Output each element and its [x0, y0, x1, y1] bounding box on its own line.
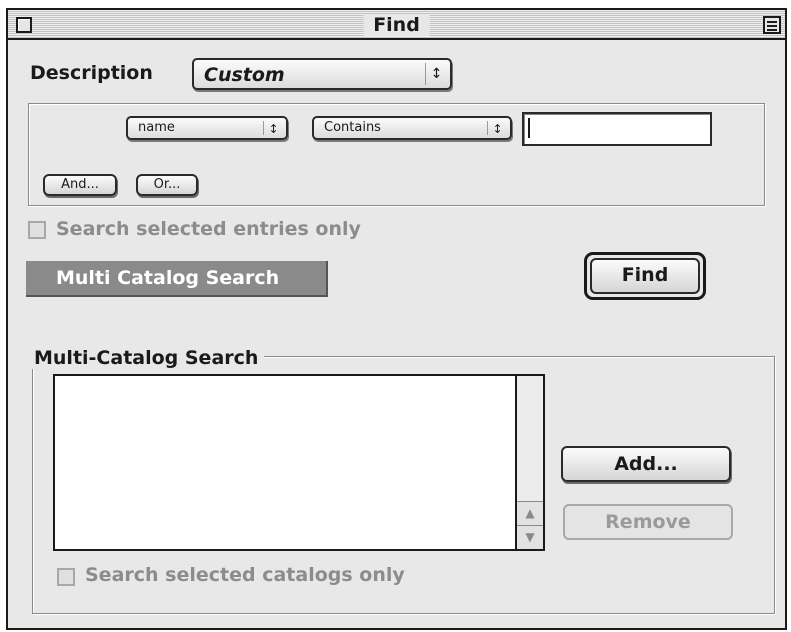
scroll-up-arrow-icon[interactable]: ▲ — [517, 501, 543, 525]
field-popup-value: name — [138, 120, 175, 135]
find-window: Find Description Custom ↕ name ↕ Contain… — [6, 8, 787, 630]
catalog-list-scrollbar[interactable]: ▲ ▼ — [515, 376, 543, 549]
multi-catalog-group-title: Multi-Catalog Search — [28, 347, 265, 369]
scroll-down-arrow-icon[interactable]: ▼ — [517, 525, 543, 549]
text-caret — [528, 118, 530, 138]
up-down-arrows-icon: ↕ — [487, 121, 507, 136]
description-popup-value: Custom — [204, 64, 285, 86]
multi-catalog-search-banner: Multi Catalog Search — [26, 261, 328, 297]
up-down-arrows-icon: ↕ — [425, 63, 447, 85]
multi-catalog-group: ▲ ▼ Add... Remove Search selected catalo… — [32, 356, 775, 614]
or-button[interactable]: Or... — [136, 174, 198, 196]
find-button[interactable]: Find — [584, 252, 706, 300]
search-selected-entries-checkbox[interactable] — [28, 221, 46, 239]
description-popup[interactable]: Custom ↕ — [192, 58, 452, 90]
search-value-input[interactable] — [522, 112, 712, 146]
search-selected-catalogs-label: Search selected catalogs only — [85, 564, 405, 586]
up-down-arrows-icon: ↕ — [263, 121, 283, 136]
window-title: Find — [363, 14, 430, 36]
zoom-box-icon[interactable] — [763, 16, 781, 34]
description-label: Description — [30, 62, 153, 84]
close-box-icon[interactable] — [16, 17, 32, 33]
find-button-label: Find — [590, 258, 700, 294]
title-bar[interactable]: Find — [8, 10, 785, 40]
operator-popup-value: Contains — [324, 120, 381, 135]
catalog-list[interactable]: ▲ ▼ — [53, 374, 545, 551]
and-button[interactable]: And... — [43, 174, 117, 196]
add-catalog-button[interactable]: Add... — [561, 446, 731, 482]
operator-popup[interactable]: Contains ↕ — [312, 116, 512, 140]
criteria-group: name ↕ Contains ↕ And... Or... — [28, 103, 765, 206]
remove-catalog-button[interactable]: Remove — [563, 504, 733, 540]
field-popup[interactable]: name ↕ — [126, 116, 288, 140]
search-selected-catalogs-checkbox[interactable] — [57, 568, 75, 586]
search-selected-entries-label: Search selected entries only — [56, 218, 361, 240]
